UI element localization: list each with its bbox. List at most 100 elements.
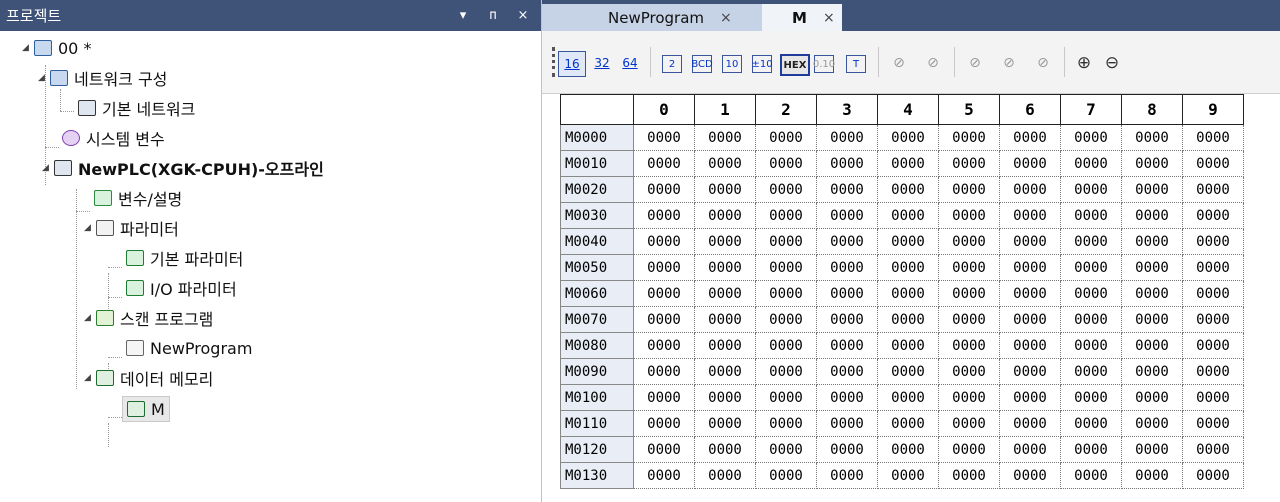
memory-cell[interactable]: 0000	[1182, 384, 1244, 411]
memory-cell[interactable]: 0000	[938, 280, 1000, 307]
memory-cell[interactable]: 0000	[633, 124, 695, 151]
memory-cell[interactable]: 0000	[999, 124, 1061, 151]
input-icon[interactable]: ⊘	[920, 51, 946, 75]
memory-cell[interactable]: 0000	[938, 150, 1000, 177]
memory-cell[interactable]: 0000	[999, 306, 1061, 333]
memory-cell[interactable]: 0000	[1182, 228, 1244, 255]
memory-cell[interactable]: 0000	[755, 228, 817, 255]
memory-cell[interactable]: 0000	[1060, 280, 1122, 307]
memory-cell[interactable]: 0000	[877, 124, 939, 151]
memory-cell[interactable]: 0000	[877, 384, 939, 411]
memory-cell[interactable]: 0000	[755, 124, 817, 151]
memory-cell[interactable]: 0000	[1060, 150, 1122, 177]
memory-cell[interactable]: 0000	[755, 410, 817, 437]
trend-icon[interactable]: ⊘	[962, 51, 988, 75]
hex-button[interactable]: HEX	[780, 54, 810, 76]
tree-node-basic-params[interactable]: 기본 파라미터	[126, 246, 243, 270]
memory-cell[interactable]: 0000	[877, 202, 939, 229]
memory-cell[interactable]: 0000	[1060, 410, 1122, 437]
memory-cell[interactable]: 0000	[816, 202, 878, 229]
memory-cell[interactable]: 0000	[877, 280, 939, 307]
memory-cell[interactable]: 0000	[999, 462, 1061, 489]
memory-cell[interactable]: 0000	[1182, 150, 1244, 177]
memory-cell[interactable]: 0000	[816, 124, 878, 151]
memory-cell[interactable]: 0000	[1121, 462, 1183, 489]
tree-node-params[interactable]: ◢ 파라미터	[84, 216, 179, 240]
memory-cell[interactable]: 0000	[877, 254, 939, 281]
memory-cell[interactable]: 0000	[1060, 332, 1122, 359]
tree-node-root[interactable]: ◢ 00 *	[22, 36, 91, 60]
memory-cell[interactable]: 0000	[755, 436, 817, 463]
memory-cell[interactable]: 0000	[816, 150, 878, 177]
expand-icon[interactable]: ⊘	[996, 51, 1022, 75]
memory-cell[interactable]: 0000	[1182, 462, 1244, 489]
memory-cell[interactable]: 0000	[633, 462, 695, 489]
memory-cell[interactable]: 0000	[694, 280, 756, 307]
memory-cell[interactable]: 0000	[877, 228, 939, 255]
memory-cell[interactable]: 0000	[694, 358, 756, 385]
memory-cell[interactable]: 0000	[694, 332, 756, 359]
memory-cell[interactable]: 0000	[694, 254, 756, 281]
memory-cell[interactable]: 0000	[938, 410, 1000, 437]
memory-cell[interactable]: 0000	[1182, 124, 1244, 151]
memory-cell[interactable]: 0000	[755, 202, 817, 229]
memory-cell[interactable]: 0000	[1121, 202, 1183, 229]
memory-cell[interactable]: 0000	[1182, 436, 1244, 463]
memory-cell[interactable]: 0000	[1121, 280, 1183, 307]
tree-node-network-config[interactable]: ◢ 네트워크 구성	[38, 66, 167, 90]
close-icon[interactable]: ×	[720, 10, 732, 26]
pin-icon[interactable]: ᴨ	[481, 8, 505, 23]
memory-cell[interactable]: 0000	[816, 228, 878, 255]
memory-cell[interactable]: 0000	[938, 384, 1000, 411]
memory-cell[interactable]: 0000	[999, 332, 1061, 359]
memory-cell[interactable]: 0000	[633, 332, 695, 359]
collapse-icon[interactable]: ◢	[84, 223, 96, 233]
memory-cell[interactable]: 0000	[1060, 358, 1122, 385]
memory-cell[interactable]: 0000	[1182, 176, 1244, 203]
memory-cell[interactable]: 0000	[877, 410, 939, 437]
memory-cell[interactable]: 0000	[755, 384, 817, 411]
memory-cell[interactable]: 0000	[1060, 254, 1122, 281]
memory-cell[interactable]: 0000	[633, 384, 695, 411]
memory-cell[interactable]: 0000	[694, 228, 756, 255]
memory-cell[interactable]: 0000	[938, 436, 1000, 463]
memory-cell[interactable]: 0000	[1182, 254, 1244, 281]
memory-cell[interactable]: 0000	[1060, 228, 1122, 255]
binary-button[interactable]: 2	[662, 55, 682, 73]
memory-cell[interactable]: 0000	[877, 306, 939, 333]
close-icon[interactable]: ×	[823, 10, 835, 26]
memory-cell[interactable]: 0000	[694, 384, 756, 411]
memory-cell[interactable]: 0000	[633, 254, 695, 281]
tree-node-plc[interactable]: ◢ NewPLC(XGK-CPUH)-오프라인	[42, 156, 324, 180]
memory-cell[interactable]: 0000	[755, 462, 817, 489]
collapse-icon[interactable]: ◢	[84, 313, 96, 323]
memory-cell[interactable]: 0000	[633, 228, 695, 255]
memory-cell[interactable]: 0000	[633, 202, 695, 229]
memory-cell[interactable]: 0000	[816, 384, 878, 411]
signed-decimal-button[interactable]: ±10	[751, 55, 773, 73]
tree-node-m[interactable]: M	[122, 396, 170, 422]
memory-cell[interactable]: 0000	[816, 280, 878, 307]
memory-cell[interactable]: 0000	[633, 358, 695, 385]
memory-cell[interactable]: 0000	[1060, 462, 1122, 489]
memory-cell[interactable]: 0000	[1121, 176, 1183, 203]
memory-cell[interactable]: 0000	[877, 462, 939, 489]
tree-node-new-program[interactable]: NewProgram	[126, 336, 252, 360]
memory-cell[interactable]: 0000	[633, 176, 695, 203]
memory-cell[interactable]: 0000	[1121, 254, 1183, 281]
memory-cell[interactable]: 0000	[816, 254, 878, 281]
zoom-out-icon[interactable]: ⊖	[1100, 51, 1124, 75]
memory-cell[interactable]: 0000	[999, 254, 1061, 281]
connect-icon[interactable]: ⊘	[1030, 51, 1056, 75]
memory-cell[interactable]: 0000	[999, 410, 1061, 437]
memory-cell[interactable]: 0000	[633, 306, 695, 333]
tree-node-scan-program[interactable]: ◢ 스캔 프로그램	[84, 306, 213, 330]
memory-cell[interactable]: 0000	[755, 176, 817, 203]
memory-cell[interactable]: 0000	[816, 462, 878, 489]
memory-cell[interactable]: 0000	[1121, 124, 1183, 151]
dropdown-icon[interactable]: ▾	[451, 8, 475, 23]
memory-cell[interactable]: 0000	[633, 436, 695, 463]
memory-cell[interactable]: 0000	[694, 150, 756, 177]
memory-cell[interactable]: 0000	[1121, 228, 1183, 255]
tab-m[interactable]: M ×	[762, 4, 842, 31]
